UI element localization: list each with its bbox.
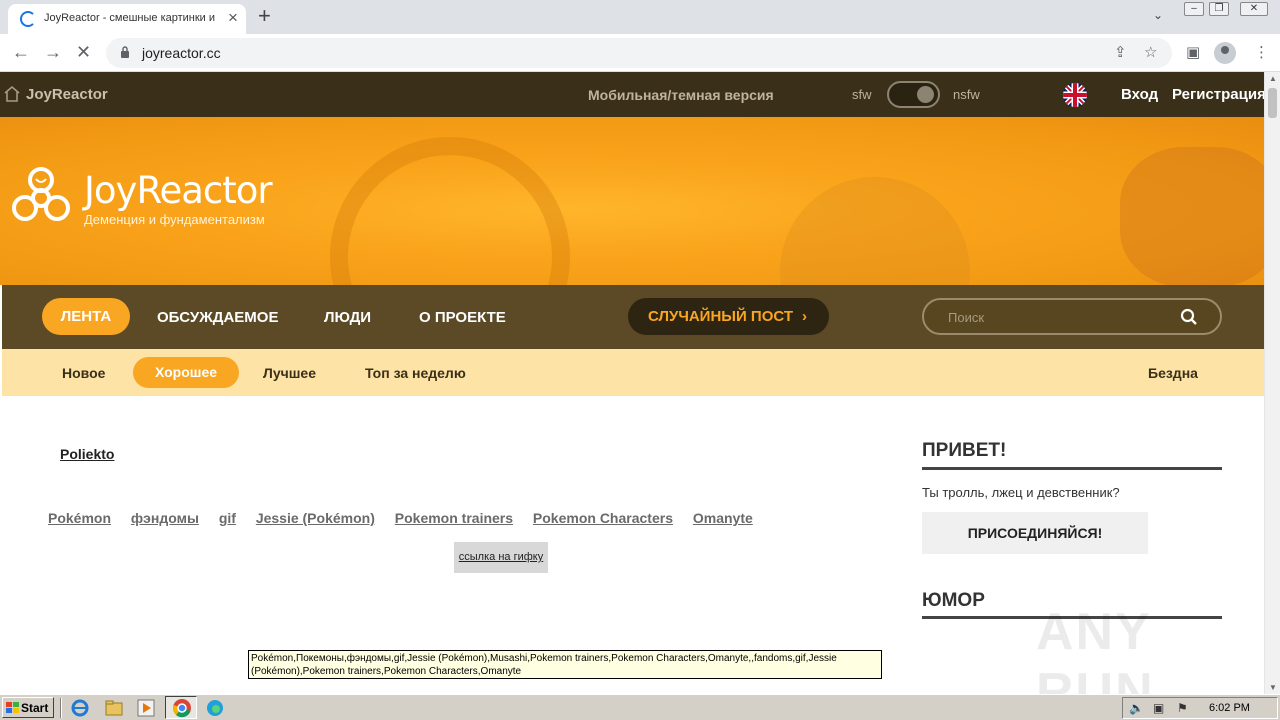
- random-post-button[interactable]: СЛУЧАЙНЫЙ ПОСТ ›: [628, 298, 829, 335]
- sfw-nsfw-toggle[interactable]: [887, 81, 940, 108]
- address-bar[interactable]: joyreactor.cc ⇪ ☆: [106, 38, 1172, 68]
- divider: [922, 467, 1222, 470]
- login-link[interactable]: Вход: [1121, 86, 1158, 103]
- start-button[interactable]: Start: [2, 697, 54, 718]
- tag-link[interactable]: Pokémon: [48, 510, 111, 526]
- scrollbar-thumb[interactable]: [1268, 88, 1277, 118]
- site-brand-link[interactable]: JoyReactor: [26, 86, 108, 103]
- toggle-knob: [917, 86, 934, 103]
- sfw-label: sfw: [852, 87, 872, 102]
- sidepanel-icon[interactable]: ▣: [1186, 43, 1200, 61]
- browser-tab[interactable]: JoyReactor - смешные картинки и ×: [8, 4, 246, 34]
- chrome-icon: [172, 699, 191, 718]
- image-title-tooltip: Pokémon,Покемоны,фэндомы,gif,Jessie (Pok…: [248, 650, 882, 679]
- sidebar-text: Ты тролль, лжец и девственник?: [922, 485, 1120, 500]
- share-icon[interactable]: ⇪: [1114, 43, 1127, 61]
- chevron-right-icon: ›: [802, 308, 807, 325]
- lock-icon: [121, 46, 129, 58]
- page-scrollbar[interactable]: ▲ ▼: [1264, 72, 1280, 694]
- tab-close-icon[interactable]: ×: [228, 9, 238, 27]
- nsfw-label: nsfw: [953, 87, 980, 102]
- back-icon[interactable]: ←: [12, 41, 30, 63]
- register-link[interactable]: Регистрация: [1172, 86, 1264, 103]
- taskbar-chrome-button[interactable]: [165, 696, 197, 719]
- subnav-new[interactable]: Новое: [62, 365, 105, 381]
- restore-window-icon[interactable]: ❐: [1209, 2, 1229, 16]
- windows-flag-icon: [6, 702, 19, 713]
- browser-toolbar: ← → ✕ joyreactor.cc ⇪ ☆ ▣ ⋮: [0, 34, 1280, 72]
- mobile-version-link[interactable]: Мобильная/темная версия: [588, 87, 774, 103]
- scroll-up-icon[interactable]: ▲: [1269, 74, 1277, 83]
- file-explorer-icon[interactable]: [104, 698, 124, 718]
- anyrun-watermark: ANY RUN: [1036, 603, 1155, 694]
- url-text: joyreactor.cc: [142, 45, 221, 61]
- logo-subtitle: Деменция и фундаментализм: [84, 212, 265, 227]
- loading-spinner-icon: [20, 11, 36, 27]
- gif-link-button[interactable]: ссылка на гифку: [454, 542, 548, 573]
- taskbar-separator: [60, 698, 62, 718]
- subnav-top-week[interactable]: Топ за неделю: [365, 365, 466, 381]
- windows-taskbar: Start 🔈 ▣ ⚑ 6:02 PM: [0, 694, 1280, 720]
- sidebar-hello-heading: ПРИВЕТ!: [922, 440, 1007, 461]
- close-window-icon[interactable]: ✕: [1240, 2, 1268, 16]
- tab-title: JoyReactor - смешные картинки и: [44, 12, 216, 24]
- post-author-link[interactable]: Poliekto: [60, 446, 114, 462]
- start-label: Start: [21, 701, 49, 715]
- system-tray: 🔈 ▣ ⚑ 6:02 PM: [1122, 697, 1278, 719]
- nav-feed[interactable]: ЛЕНТА: [42, 298, 130, 335]
- subnav-best[interactable]: Лучшее: [263, 365, 316, 381]
- home-icon[interactable]: [4, 85, 20, 103]
- search-input[interactable]: [948, 308, 1168, 326]
- menu-icon[interactable]: ⋮: [1254, 43, 1269, 61]
- nav-people[interactable]: ЛЮДИ: [324, 309, 371, 326]
- banner-troll-decoration: [1120, 147, 1264, 285]
- nav-discussed[interactable]: ОБСУЖДАЕМОЕ: [157, 309, 278, 326]
- minimize-window-icon[interactable]: –: [1184, 2, 1204, 16]
- action-flag-icon[interactable]: ⚑: [1177, 701, 1188, 715]
- main-nav: ЛЕНТА ОБСУЖДАЕМОЕ ЛЮДИ О ПРОЕКТЕ СЛУЧАЙН…: [2, 285, 1264, 349]
- tag-link[interactable]: Omanyte: [693, 510, 753, 526]
- biohazard-logo-icon[interactable]: [6, 165, 76, 231]
- edge-icon[interactable]: [205, 698, 225, 718]
- post-tags: Pokémon фэндомы gif Jessie (Pokémon) Pok…: [48, 510, 769, 526]
- tag-link[interactable]: gif: [219, 510, 236, 526]
- subnav-good[interactable]: Хорошее: [133, 357, 239, 388]
- tag-link[interactable]: Jessie (Pokémon): [256, 510, 375, 526]
- volume-icon[interactable]: 🔈: [1129, 701, 1144, 715]
- uk-flag-icon[interactable]: [1063, 83, 1087, 107]
- taskbar-clock[interactable]: 6:02 PM: [1209, 702, 1250, 714]
- tab-search-chevron-icon[interactable]: ⌄: [1153, 8, 1163, 22]
- profile-icon[interactable]: [1214, 42, 1236, 64]
- tag-link[interactable]: Pokemon trainers: [395, 510, 513, 526]
- site-top-bar: JoyReactor Мобильная/темная версия sfw n…: [0, 72, 1264, 117]
- media-player-icon[interactable]: [136, 698, 156, 718]
- internet-explorer-icon[interactable]: [70, 698, 90, 718]
- tag-link[interactable]: Pokemon Characters: [533, 510, 673, 526]
- random-post-label: СЛУЧАЙНЫЙ ПОСТ: [648, 308, 794, 325]
- network-icon[interactable]: ▣: [1153, 701, 1164, 715]
- page-content: Poliekto Pokémon фэндомы gif Jessie (Pok…: [0, 396, 1264, 694]
- search-box: [922, 298, 1222, 335]
- scroll-down-icon[interactable]: ▼: [1269, 683, 1277, 692]
- star-icon[interactable]: ☆: [1144, 43, 1157, 61]
- banner-radiation-decoration: [780, 177, 970, 285]
- subnav-abyss[interactable]: Бездна: [1148, 365, 1198, 381]
- search-icon[interactable]: [1180, 308, 1198, 326]
- new-tab-button[interactable]: +: [258, 4, 271, 28]
- forward-icon[interactable]: →: [44, 41, 62, 63]
- nav-about[interactable]: О ПРОЕКТЕ: [419, 309, 506, 326]
- tag-link[interactable]: фэндомы: [131, 510, 199, 526]
- sidebar-humor-heading: ЮМОР: [922, 590, 985, 611]
- logo-title[interactable]: JoyReactor: [84, 169, 273, 212]
- join-button[interactable]: ПРИСОЕДИНЯЙСЯ!: [922, 512, 1148, 554]
- site-banner: JoyReactor Деменция и фундаментализм: [0, 117, 1264, 285]
- page-viewport: JoyReactor Мобильная/темная версия sfw n…: [0, 72, 1264, 694]
- banner-smile-decoration: [330, 137, 570, 285]
- stop-icon[interactable]: ✕: [76, 41, 91, 63]
- browser-tabbar: JoyReactor - смешные картинки и × + ⌄ – …: [0, 0, 1280, 34]
- sub-nav: Новое Хорошее Лучшее Топ за неделю Бездн…: [2, 349, 1264, 396]
